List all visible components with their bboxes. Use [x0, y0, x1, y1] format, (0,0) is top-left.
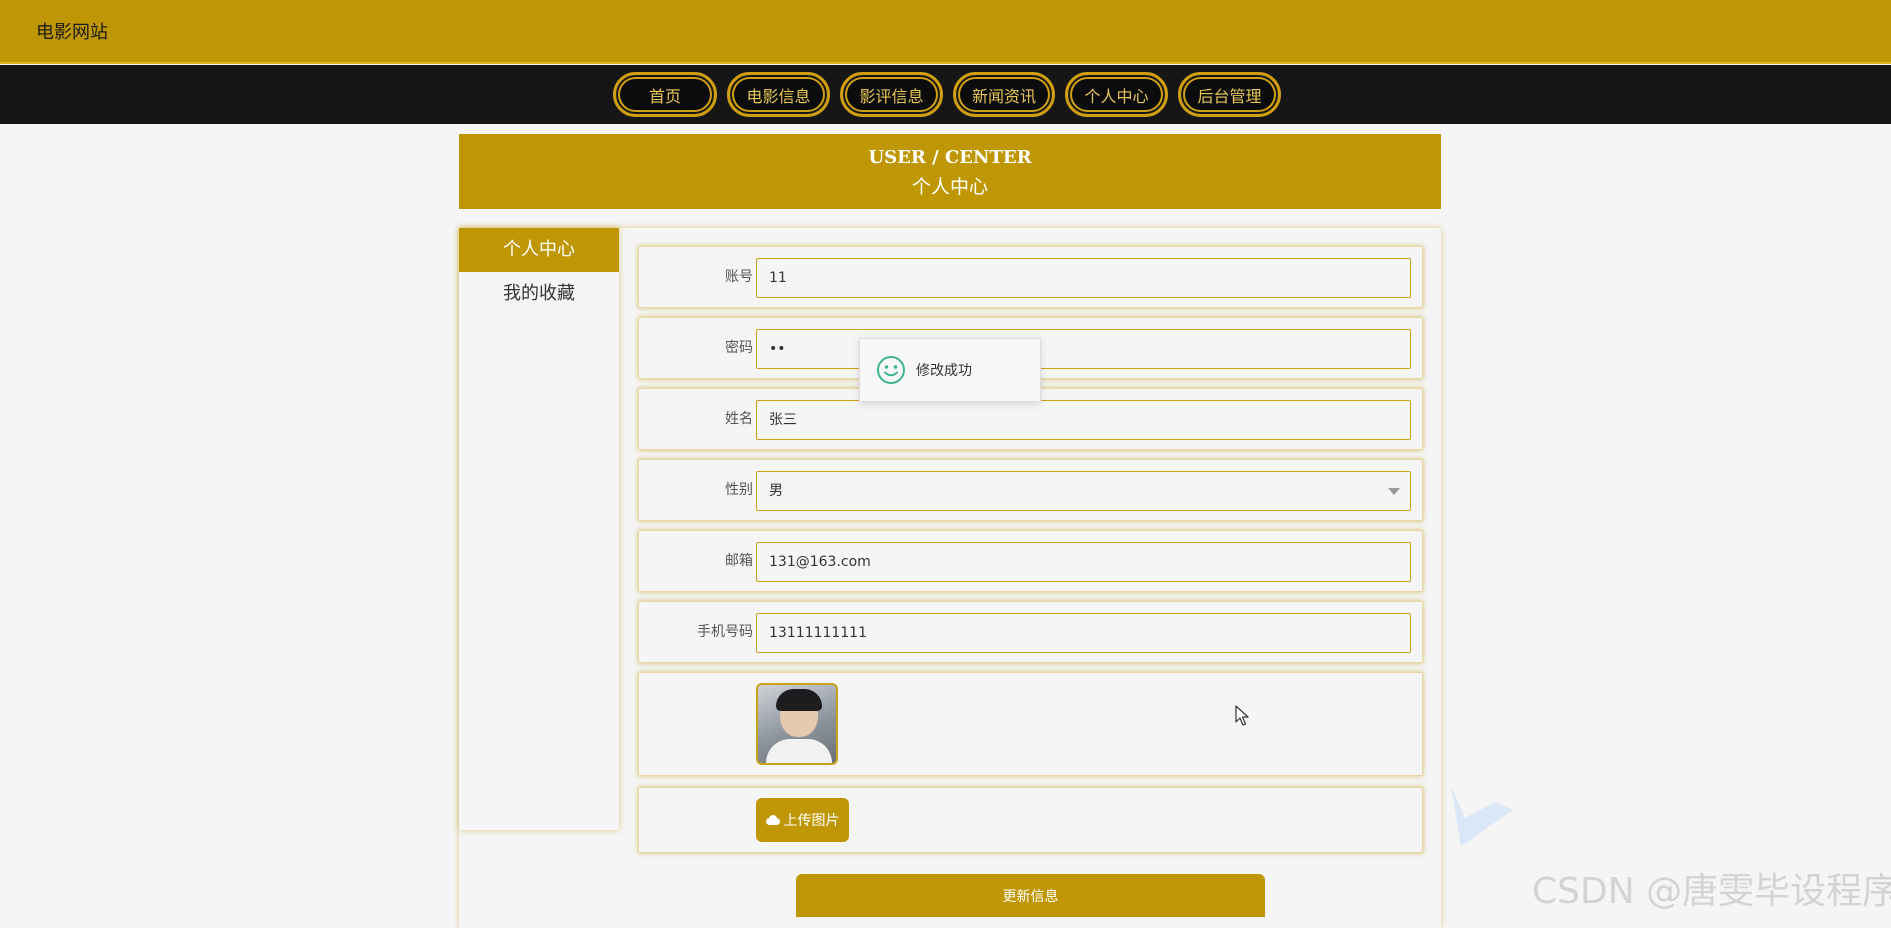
name-input[interactable]: 张三 — [756, 400, 1411, 440]
avatar[interactable] — [756, 683, 838, 765]
nav-item-home[interactable]: 首页 — [613, 72, 717, 117]
sidebar-item-user-center[interactable]: 个人中心 — [459, 228, 619, 272]
account-label: 账号 — [725, 269, 753, 285]
nav-item-user-center[interactable]: 个人中心 — [1065, 72, 1168, 117]
nav-item-reviews[interactable]: 影评信息 — [840, 72, 943, 117]
email-label: 邮箱 — [725, 553, 753, 569]
nav-item-movies[interactable]: 电影信息 — [727, 72, 830, 117]
top-header: 电影网站 — [0, 0, 1891, 64]
phone-label: 手机号码 — [697, 624, 753, 640]
cloud-upload-icon — [765, 815, 780, 825]
form-row-upload: 上传图片 — [638, 787, 1423, 853]
gender-label: 性别 — [725, 482, 753, 498]
main-nav: 首页 电影信息 影评信息 新闻资讯 个人中心 后台管理 — [0, 65, 1891, 124]
password-input[interactable]: •• — [756, 329, 1411, 369]
sidebar: 个人中心 我的收藏 — [459, 228, 619, 830]
watermark-text: CSDN @唐雯毕设程序 — [1532, 871, 1891, 912]
upload-button-label: 上传图片 — [783, 813, 840, 829]
watermark-logo-icon — [1451, 786, 1513, 846]
nav-items: 首页 电影信息 影评信息 新闻资讯 个人中心 后台管理 — [613, 72, 1281, 117]
form-row-phone: 手机号码 13111111111 — [638, 601, 1423, 663]
gender-select-value: 男 — [769, 483, 783, 499]
chevron-down-icon — [1388, 488, 1400, 495]
sidebar-item-favorites[interactable]: 我的收藏 — [459, 272, 619, 316]
success-toast: 修改成功 — [859, 338, 1041, 402]
nav-item-news[interactable]: 新闻资讯 — [953, 72, 1055, 117]
password-label: 密码 — [725, 340, 753, 356]
account-input[interactable]: 11 — [756, 258, 1411, 298]
form-row-email: 邮箱 131@163.com — [638, 530, 1423, 592]
toast-message: 修改成功 — [916, 363, 972, 379]
smile-icon — [877, 356, 905, 384]
upload-image-button[interactable]: 上传图片 — [756, 798, 849, 842]
avatar-hair-shape — [776, 689, 822, 711]
name-label: 姓名 — [725, 411, 753, 427]
banner-title-en: USER / CENTER — [868, 147, 1032, 168]
email-input[interactable]: 131@163.com — [756, 542, 1411, 582]
update-info-button[interactable]: 更新信息 — [796, 874, 1265, 917]
form-row-avatar — [638, 672, 1423, 776]
mouse-cursor-icon — [1235, 705, 1249, 726]
form-row-account: 账号 11 — [638, 246, 1423, 308]
page-banner: USER / CENTER 个人中心 — [459, 134, 1441, 209]
phone-input[interactable]: 13111111111 — [756, 613, 1411, 653]
site-title[interactable]: 电影网站 — [36, 18, 108, 44]
banner-title-cn: 个人中心 — [911, 176, 988, 198]
gender-select[interactable]: 男 — [756, 471, 1411, 511]
avatar-body-shape — [766, 739, 832, 763]
form-row-gender: 性别 男 — [638, 459, 1423, 521]
nav-item-admin[interactable]: 后台管理 — [1178, 72, 1281, 117]
